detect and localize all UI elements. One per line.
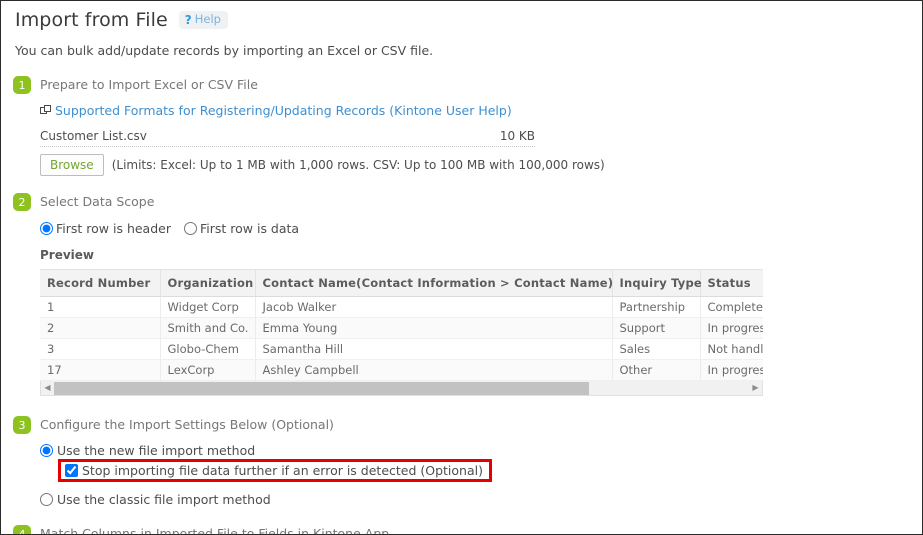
browse-row: Browse (Limits: Excel: Up to 1 MB with 1… [40, 154, 922, 176]
import-method-new-row: Use the new file import method [40, 443, 922, 458]
radio-first-row-header-label[interactable]: First row is header [56, 221, 171, 236]
cell-inquiry-type: Other [612, 359, 701, 381]
cell-record-number: 1 [40, 296, 161, 318]
radio-classic-import-method[interactable] [40, 493, 53, 506]
step-4: 4 Match Columns in Imported File to Fiel… [1, 524, 922, 535]
table-row: 3 Globo-Chem Samantha Hill Sales Not han… [40, 338, 763, 360]
table-row: 2 Smith and Co. Emma Young Support In pr… [40, 317, 763, 339]
page-title: Import from File [15, 9, 168, 31]
cell-contact-name: Samantha Hill [255, 338, 613, 360]
supported-formats-link[interactable]: Supported Formats for Registering/Updati… [55, 103, 512, 118]
cell-record-number: 2 [40, 317, 161, 339]
column-header-inquiry-type: Inquiry Type [612, 270, 702, 297]
column-header-record-number: Record Number [40, 270, 161, 297]
supported-formats-link-row[interactable]: Supported Formats for Registering/Updati… [40, 103, 922, 118]
import-from-file-page: Import from File ? Help You can bulk add… [0, 0, 923, 535]
cell-organization: Smith and Co. [160, 317, 256, 339]
question-mark-icon: ? [184, 13, 192, 27]
intro-text: You can bulk add/update records by impor… [15, 43, 434, 58]
cell-contact-name: Emma Young [255, 317, 613, 339]
cell-status: In progress [700, 317, 763, 339]
radio-new-import-method-label[interactable]: Use the new file import method [57, 443, 255, 458]
triangle-right-icon[interactable]: ▶ [749, 384, 762, 392]
step-1-badge: 1 [13, 76, 31, 94]
cell-status: Complete [700, 296, 763, 318]
file-name: Customer List.csv [40, 129, 147, 143]
cell-status: In progress [700, 359, 763, 381]
page-header: Import from File ? Help [1, 1, 922, 31]
radio-new-import-method[interactable] [40, 444, 53, 457]
checkbox-stop-on-error-label[interactable]: Stop importing file data further if an e… [82, 463, 483, 478]
preview-table: Record Number Organization Contact Name(… [40, 270, 763, 381]
step-3-body: Use the new file import method Stop impo… [1, 443, 922, 507]
step-2-body: First row is header First row is data Pr… [1, 221, 922, 396]
file-limits-text: (Limits: Excel: Up to 1 MB with 1,000 ro… [111, 158, 605, 172]
cell-inquiry-type: Support [612, 317, 701, 339]
step-4-label: Match Columns in Imported File to Fields… [40, 526, 390, 535]
step-3-badge: 3 [13, 416, 31, 434]
preview-label: Preview [40, 248, 95, 262]
step-1-label: Prepare to Import Excel or CSV File [40, 77, 258, 92]
cell-organization: LexCorp [160, 359, 256, 381]
table-row: 17 LexCorp Ashley Campbell Other In prog… [40, 359, 763, 381]
data-scope-radio-group: First row is header First row is data [40, 221, 922, 236]
column-header-organization: Organization [160, 270, 256, 297]
cell-inquiry-type: Sales [612, 338, 701, 360]
cell-inquiry-type: Partnership [612, 296, 701, 318]
cell-organization: Globo-Chem [160, 338, 256, 360]
preview-table-viewport: Record Number Organization Contact Name(… [40, 269, 763, 381]
column-header-status: Status [700, 270, 763, 297]
radio-first-row-header[interactable] [40, 222, 53, 235]
radio-first-row-data[interactable] [183, 222, 197, 235]
table-header-row: Record Number Organization Contact Name(… [40, 270, 763, 297]
step-2: 2 Select Data Scope [1, 192, 922, 211]
stop-on-error-highlight-box: Stop importing file data further if an e… [58, 459, 492, 482]
step-2-badge: 2 [13, 193, 31, 211]
step-1-body: Supported Formats for Registering/Updati… [1, 103, 922, 176]
cell-status: Not handled [700, 338, 763, 360]
cell-record-number: 3 [40, 338, 161, 360]
table-row: 1 Widget Corp Jacob Walker Partnership C… [40, 296, 763, 318]
cell-record-number: 17 [40, 359, 161, 381]
step-2-label: Select Data Scope [40, 194, 155, 209]
step-3: 3 Configure the Import Settings Below (O… [1, 415, 922, 434]
radio-classic-import-method-label[interactable]: Use the classic file import method [57, 492, 271, 507]
scrollbar-thumb[interactable] [54, 381, 590, 395]
file-size: 10 KB [499, 129, 535, 143]
selected-file-row: Customer List.csv 10 KB [40, 129, 535, 147]
scrollbar-track[interactable] [54, 381, 749, 395]
cell-contact-name: Ashley Campbell [255, 359, 613, 381]
external-window-icon [40, 105, 51, 116]
help-button-label: Help [194, 12, 221, 27]
step-3-label: Configure the Import Settings Below (Opt… [40, 417, 334, 432]
preview-table-horizontal-scrollbar[interactable]: ◀ ▶ [40, 381, 763, 396]
column-header-contact-name: Contact Name(Contact Information > Conta… [255, 270, 613, 297]
step-1: 1 Prepare to Import Excel or CSV File [1, 75, 922, 94]
cell-organization: Widget Corp [160, 296, 256, 318]
import-method-classic-row: Use the classic file import method [40, 492, 922, 507]
step-4-badge: 4 [13, 525, 31, 534]
browse-button[interactable]: Browse [40, 154, 104, 176]
triangle-left-icon[interactable]: ◀ [41, 384, 54, 392]
checkbox-stop-on-error[interactable] [65, 464, 78, 477]
help-button[interactable]: ? Help [178, 11, 228, 29]
radio-first-row-data-label[interactable]: First row is data [200, 221, 299, 236]
cell-contact-name: Jacob Walker [255, 296, 613, 318]
